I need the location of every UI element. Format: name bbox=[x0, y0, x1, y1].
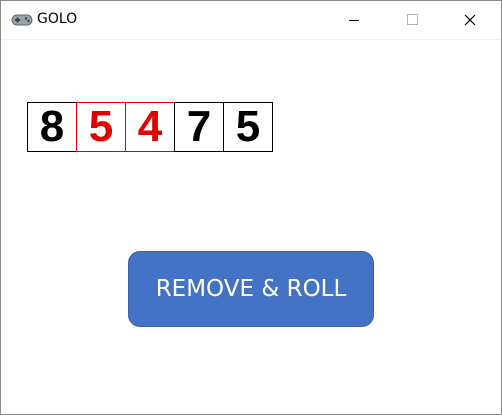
die-2[interactable]: 5 bbox=[76, 102, 126, 152]
close-icon bbox=[464, 14, 476, 26]
die-4[interactable]: 7 bbox=[174, 102, 224, 152]
die-5[interactable]: 5 bbox=[223, 102, 273, 152]
maximize-button[interactable] bbox=[389, 1, 435, 39]
title-bar[interactable]: GOLO bbox=[1, 1, 501, 40]
window-title: GOLO bbox=[37, 11, 78, 27]
app-window: GOLO 8 5 4 7 5 REMOVE & ROLL bbox=[0, 0, 502, 415]
remove-and-roll-button[interactable]: REMOVE & ROLL bbox=[128, 251, 374, 327]
minimize-button[interactable] bbox=[331, 1, 377, 39]
gamepad-icon bbox=[11, 14, 33, 26]
minimize-icon bbox=[349, 20, 359, 21]
dice-row: 8 5 4 7 5 bbox=[27, 102, 273, 152]
die-3[interactable]: 4 bbox=[125, 102, 175, 152]
die-1[interactable]: 8 bbox=[27, 102, 77, 152]
maximize-icon bbox=[407, 14, 418, 25]
close-button[interactable] bbox=[447, 1, 493, 39]
